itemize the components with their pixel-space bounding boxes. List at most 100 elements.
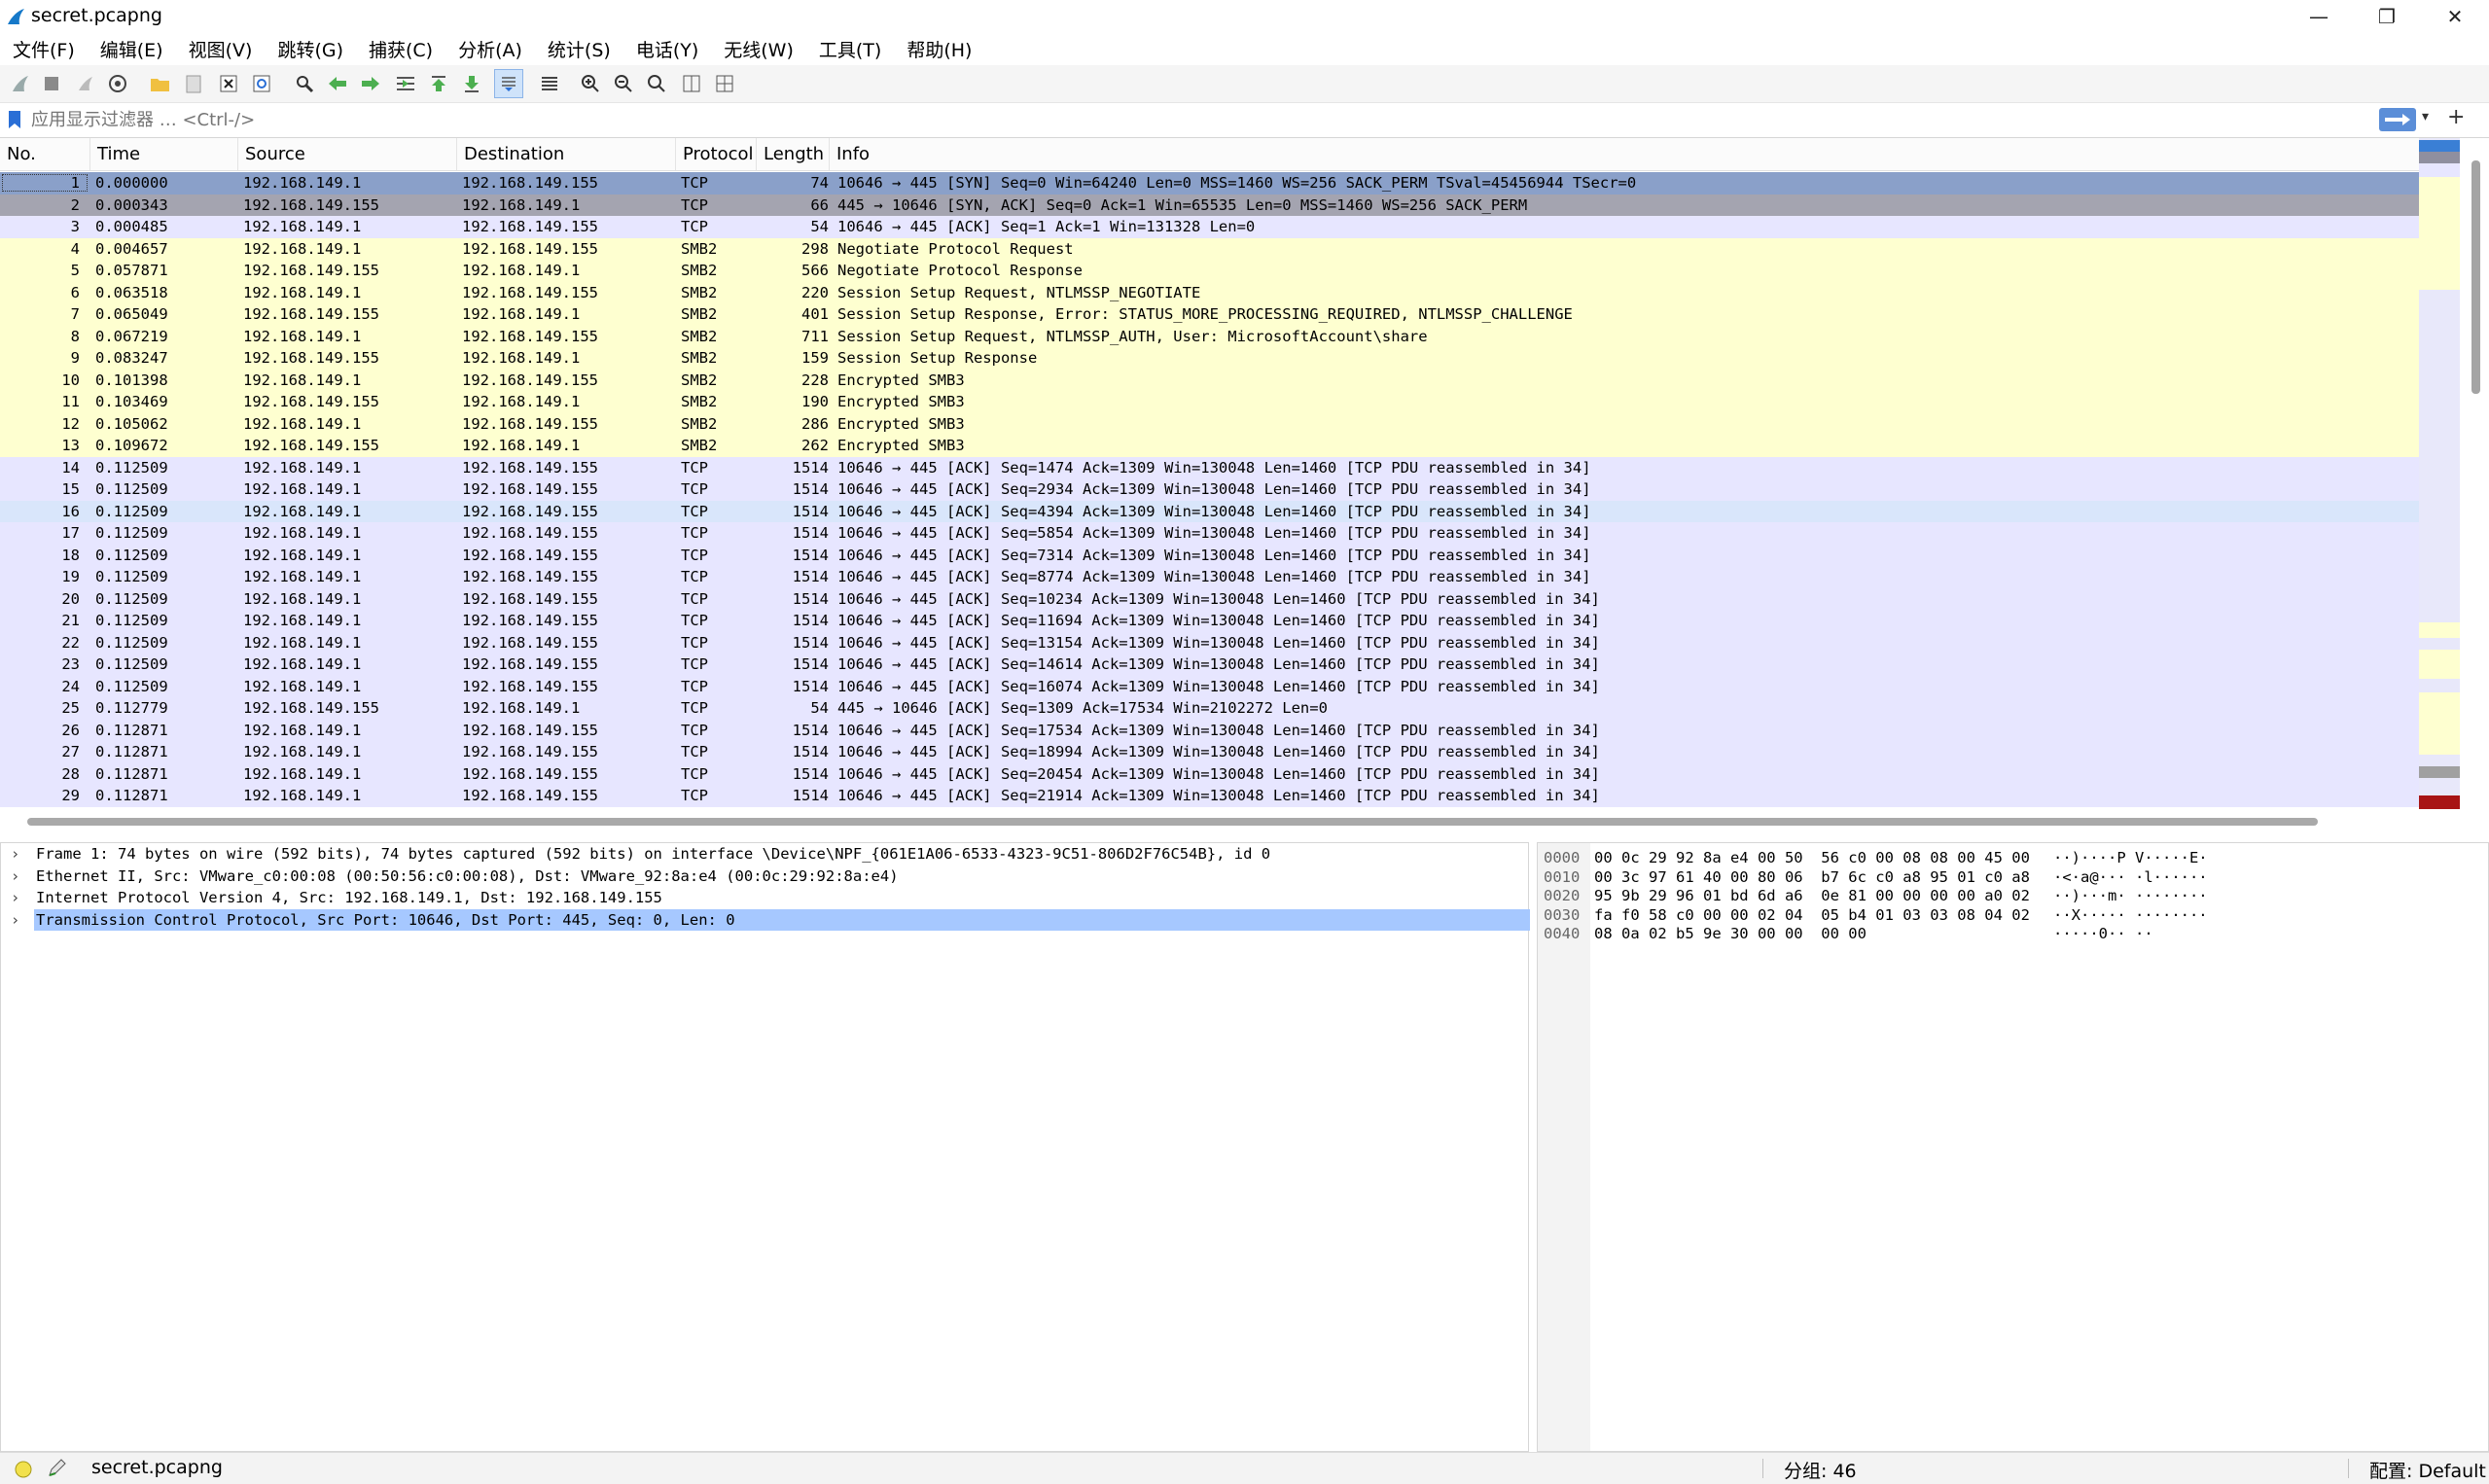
byte-ascii[interactable]: ··)····P V·····E· [2053, 849, 2208, 868]
open-folder-icon[interactable] [148, 71, 173, 96]
detail-row-frame[interactable]: › Frame 1: 74 bytes on wire (592 bits), … [3, 843, 1528, 866]
byte-offset[interactable]: 0030 [1544, 906, 1580, 926]
detail-row-ipv4[interactable]: › Internet Protocol Version 4, Src: 192.… [3, 887, 1528, 909]
minimize-button[interactable]: — [2285, 0, 2353, 32]
packet-row[interactable]: 8 0.067219 192.168.149.1 192.168.149.155 SMB… [0, 325, 2419, 347]
packet-details-pane[interactable]: › Frame 1: 74 bytes on wire (592 bits), … [0, 842, 1530, 1452]
detail-row-ethernet[interactable]: › Ethernet II, Src: VMware_c0:00:08 (00:… [3, 866, 1528, 888]
column-length[interactable]: Length [757, 138, 830, 170]
chevron-right-icon[interactable]: › [11, 866, 19, 888]
packet-row[interactable]: 24 0.112509 192.168.149.1 192.168.149.155 TC… [0, 675, 2419, 697]
packet-row[interactable]: 19 0.112509 192.168.149.1 192.168.149.155 TC… [0, 566, 2419, 588]
forward-arrow-icon[interactable] [358, 71, 383, 96]
byte-offset[interactable]: 0000 [1544, 849, 1580, 868]
packet-row[interactable]: 26 0.112871 192.168.149.1 192.168.149.155 TC… [0, 719, 2419, 741]
byte-hex[interactable]: fa f0 58 c0 00 00 02 04 05 b4 01 03 03 0… [1594, 906, 2030, 926]
packet-row[interactable]: 29 0.112871 192.168.149.1 192.168.149.155 TC… [0, 785, 2419, 807]
byte-ascii[interactable]: ·····0·· ·· [2053, 925, 2153, 944]
byte-ascii[interactable]: ·<·a@··· ·l······ [2053, 868, 2208, 888]
capture-options-icon[interactable] [105, 71, 130, 96]
menu-view[interactable]: 视图(V) [176, 36, 266, 62]
menu-statistics[interactable]: 统计(S) [535, 36, 623, 62]
packet-row[interactable]: 5 0.057871 192.168.149.155 192.168.149.1 SMB… [0, 260, 2419, 282]
first-packet-icon[interactable] [426, 71, 451, 96]
vertical-scroll-thumb[interactable] [2471, 160, 2480, 394]
packet-row[interactable]: 16 0.112509 192.168.149.1 192.168.149.155 TC… [0, 500, 2419, 522]
packet-list[interactable]: No. Time Source Destination Protocol Len… [0, 138, 2419, 809]
zoom-in-icon[interactable] [578, 71, 603, 96]
menu-file[interactable]: 文件(F) [0, 36, 88, 62]
packet-row[interactable]: 25 0.112779 192.168.149.155 192.168.149.1 TC… [0, 697, 2419, 720]
capture-comment-icon[interactable] [47, 1459, 68, 1478]
packet-row[interactable]: 18 0.112509 192.168.149.1 192.168.149.155 TC… [0, 544, 2419, 566]
packet-row[interactable]: 7 0.065049 192.168.149.155 192.168.149.1 SMB… [0, 303, 2419, 326]
menu-telephony[interactable]: 电话(Y) [623, 36, 711, 62]
byte-ascii[interactable]: ··)···m· ········ [2053, 887, 2208, 906]
layout-icon[interactable] [712, 71, 737, 96]
reload-icon[interactable] [249, 71, 274, 96]
chevron-right-icon[interactable]: › [11, 909, 19, 932]
packet-row[interactable]: 27 0.112871 192.168.149.1 192.168.149.155 TC… [0, 741, 2419, 763]
packet-row[interactable]: 4 0.004657 192.168.149.1 192.168.149.155 SMB… [0, 237, 2419, 260]
menu-go[interactable]: 跳转(G) [265, 36, 356, 62]
byte-hex[interactable]: 00 3c 97 61 40 00 80 06 b7 6c c0 a8 95 0… [1594, 868, 2030, 888]
chevron-right-icon[interactable]: › [11, 887, 19, 909]
column-destination[interactable]: Destination [457, 138, 676, 170]
byte-offset[interactable]: 0010 [1544, 868, 1580, 888]
byte-hex[interactable]: 95 9b 29 96 01 bd 6d a6 0e 81 00 00 00 0… [1594, 887, 2030, 906]
find-icon[interactable] [292, 71, 317, 96]
byte-offset[interactable]: 0020 [1544, 887, 1580, 906]
close-file-icon[interactable] [216, 71, 241, 96]
restart-icon[interactable] [73, 71, 98, 96]
column-no[interactable]: No. [0, 138, 90, 170]
menu-capture[interactable]: 捕获(C) [356, 36, 445, 62]
packet-row[interactable]: 14 0.112509 192.168.149.1 192.168.149.155 TC… [0, 456, 2419, 478]
column-source[interactable]: Source [238, 138, 457, 170]
column-info[interactable]: Info [830, 138, 2419, 170]
packet-minimap[interactable] [2419, 138, 2460, 809]
packet-row[interactable]: 22 0.112509 192.168.149.1 192.168.149.155 TC… [0, 631, 2419, 654]
packet-bytes-pane[interactable]: 0000 00 0c 29 92 8a e4 00 50 56 c0 00 08 … [1537, 842, 2489, 1452]
menu-tools[interactable]: 工具(T) [806, 36, 894, 62]
close-button[interactable]: ✕ [2421, 0, 2489, 32]
byte-hex[interactable]: 00 0c 29 92 8a e4 00 50 56 c0 00 08 08 0… [1594, 849, 2030, 868]
packet-row[interactable]: 12 0.105062 192.168.149.1 192.168.149.155 SM… [0, 412, 2419, 435]
menu-edit[interactable]: 编辑(E) [88, 36, 176, 62]
goto-packet-icon[interactable] [393, 71, 418, 96]
add-filter-button[interactable]: + [2447, 105, 2465, 129]
packet-row[interactable]: 1 0.000000 192.168.149.1 192.168.149.155 TCP… [0, 172, 2419, 194]
colorize-icon[interactable] [537, 71, 562, 96]
horizontal-scroll-thumb[interactable] [27, 818, 2318, 826]
expert-info-icon[interactable] [14, 1460, 33, 1479]
packet-row[interactable]: 20 0.112509 192.168.149.1 192.168.149.155 TC… [0, 587, 2419, 610]
packet-row[interactable]: 11 0.103469 192.168.149.155 192.168.149.1 SM… [0, 391, 2419, 413]
bookmark-icon[interactable] [8, 110, 21, 129]
stop-icon[interactable] [39, 71, 64, 96]
filter-history-chevron-down-icon[interactable]: ▾ [2422, 109, 2429, 124]
shark-fin-start-icon[interactable] [8, 71, 33, 96]
packet-row[interactable]: 3 0.000485 192.168.149.1 192.168.149.155 TCP… [0, 216, 2419, 238]
packet-row[interactable]: 21 0.112509 192.168.149.1 192.168.149.155 TC… [0, 610, 2419, 632]
zoom-out-icon[interactable] [611, 71, 636, 96]
chevron-right-icon[interactable]: › [11, 843, 19, 866]
byte-offset[interactable]: 0040 [1544, 925, 1580, 944]
column-time[interactable]: Time [90, 138, 238, 170]
packet-row[interactable]: 9 0.083247 192.168.149.155 192.168.149.1 SMB… [0, 347, 2419, 370]
status-profile[interactable]: 配置: Default [2369, 1457, 2486, 1483]
packet-row[interactable]: 6 0.063518 192.168.149.1 192.168.149.155 SMB… [0, 281, 2419, 303]
menu-wireless[interactable]: 无线(W) [711, 36, 806, 62]
packet-row[interactable]: 23 0.112509 192.168.149.1 192.168.149.155 TC… [0, 654, 2419, 676]
menu-help[interactable]: 帮助(H) [894, 36, 984, 62]
packet-row[interactable]: 15 0.112509 192.168.149.1 192.168.149.155 TC… [0, 478, 2419, 501]
packet-row[interactable]: 13 0.109672 192.168.149.155 192.168.149.1 SM… [0, 435, 2419, 457]
apply-filter-arrow-icon[interactable] [2379, 108, 2416, 131]
zoom-normal-icon[interactable] [644, 71, 669, 96]
packet-row[interactable]: 2 0.000343 192.168.149.155 192.168.149.1 TCP… [0, 194, 2419, 216]
byte-hex[interactable]: 08 0a 02 b5 9e 30 00 00 00 00 [1594, 925, 1867, 944]
maximize-button[interactable]: ❐ [2353, 0, 2421, 32]
detail-row-tcp[interactable]: › Transmission Control Protocol, Src Por… [3, 908, 1530, 932]
last-packet-icon[interactable] [459, 71, 484, 96]
resize-columns-icon[interactable] [679, 71, 704, 96]
packet-row[interactable]: 28 0.112871 192.168.149.1 192.168.149.155 TC… [0, 762, 2419, 785]
byte-ascii[interactable]: ··X····· ········ [2053, 906, 2208, 926]
